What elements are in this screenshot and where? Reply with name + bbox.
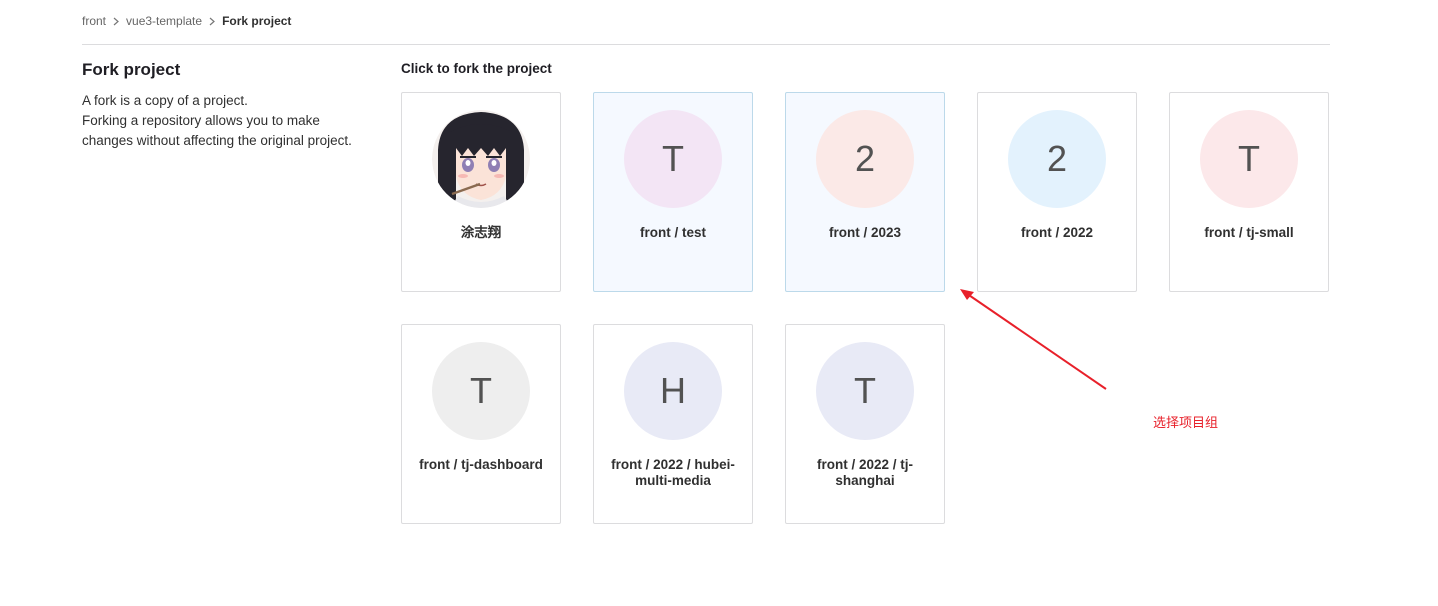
namespace-card-user[interactable]: 涂志翔 (401, 92, 561, 292)
breadcrumb: front vue3-template Fork project (82, 13, 291, 29)
namespace-name: front / tj-small (1204, 225, 1294, 240)
namespace-card-front-2023[interactable]: 2 front / 2023 (785, 92, 945, 292)
description-line: Forking a repository allows you to make … (82, 113, 352, 148)
annotation-arrow-icon (960, 289, 1107, 390)
namespace-name: front / 2022 / tj-shanghai (816, 457, 914, 488)
namespace-card-front-2022[interactable]: 2 front / 2022 (977, 92, 1137, 292)
namespace-avatar: T (1200, 110, 1298, 208)
namespace-name: front / 2023 (828, 225, 902, 240)
namespace-avatar: 2 (1008, 110, 1106, 208)
chevron-right-icon (113, 17, 119, 26)
namespace-card-front-tj-dashboard[interactable]: T front / tj-dashboard (401, 324, 561, 524)
chevron-right-icon (209, 17, 215, 26)
namespace-name: 涂志翔 (460, 225, 502, 240)
description-line: A fork is a copy of a project. (82, 93, 248, 108)
namespace-card-front-2022-tj-shanghai[interactable]: T front / 2022 / tj-shanghai (785, 324, 945, 524)
namespace-card-front-tj-small[interactable]: T front / tj-small (1169, 92, 1329, 292)
page-title: Fork project (82, 60, 181, 79)
namespace-name: front / test (640, 225, 706, 240)
breadcrumb-item-vue3-template[interactable]: vue3-template (126, 14, 202, 28)
namespace-card-front-2022-hubei-multi-media[interactable]: H front / 2022 / hubei-multi-media (593, 324, 753, 524)
namespace-avatar: T (432, 342, 530, 440)
anime-girl-avatar (432, 110, 530, 208)
namespace-name: front / 2022 (1020, 225, 1094, 240)
namespace-name: front / tj-dashboard (419, 457, 543, 472)
page-description: A fork is a copy of a project. Forking a… (82, 91, 352, 151)
namespace-name: front / 2022 / hubei-multi-media (611, 457, 735, 488)
namespace-avatar: H (624, 342, 722, 440)
breadcrumb-item-front[interactable]: front (82, 14, 106, 28)
namespace-avatar: T (624, 110, 722, 208)
breadcrumb-item-fork-project: Fork project (222, 14, 292, 28)
section-title: Click to fork the project (401, 61, 552, 76)
header-divider (82, 44, 1330, 45)
namespace-avatar: 2 (816, 110, 914, 208)
annotation-label: 选择项目组 (1153, 416, 1219, 431)
namespace-avatar: T (816, 342, 914, 440)
namespace-card-front-test[interactable]: T front / test (593, 92, 753, 292)
